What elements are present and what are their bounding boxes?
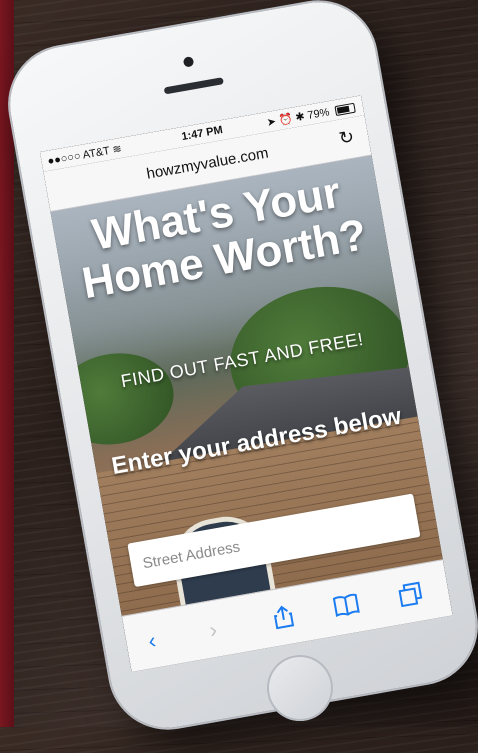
home-button[interactable] (261, 649, 339, 727)
chevron-right-icon[interactable]: › (207, 617, 219, 644)
phone-device: ●●○○○ AT&T ≋ 1:47 PM ➤ ⏰ ✱ 79% howzmyval… (0, 0, 478, 737)
share-icon[interactable] (270, 603, 296, 630)
tree-foliage (50, 344, 181, 454)
battery-icon (334, 102, 356, 117)
battery-percent: 79% (306, 106, 331, 122)
tabs-icon[interactable] (396, 581, 424, 609)
web-page: What's Your Home Worth? FIND OUT FAST AN… (50, 155, 443, 616)
phone-screen: ●●○○○ AT&T ≋ 1:47 PM ➤ ⏰ ✱ 79% howzmyval… (39, 95, 453, 673)
earpiece-speaker (163, 77, 224, 95)
book-icon[interactable] (331, 592, 360, 618)
chevron-left-icon[interactable]: ‹ (146, 628, 158, 655)
front-camera (182, 56, 195, 68)
